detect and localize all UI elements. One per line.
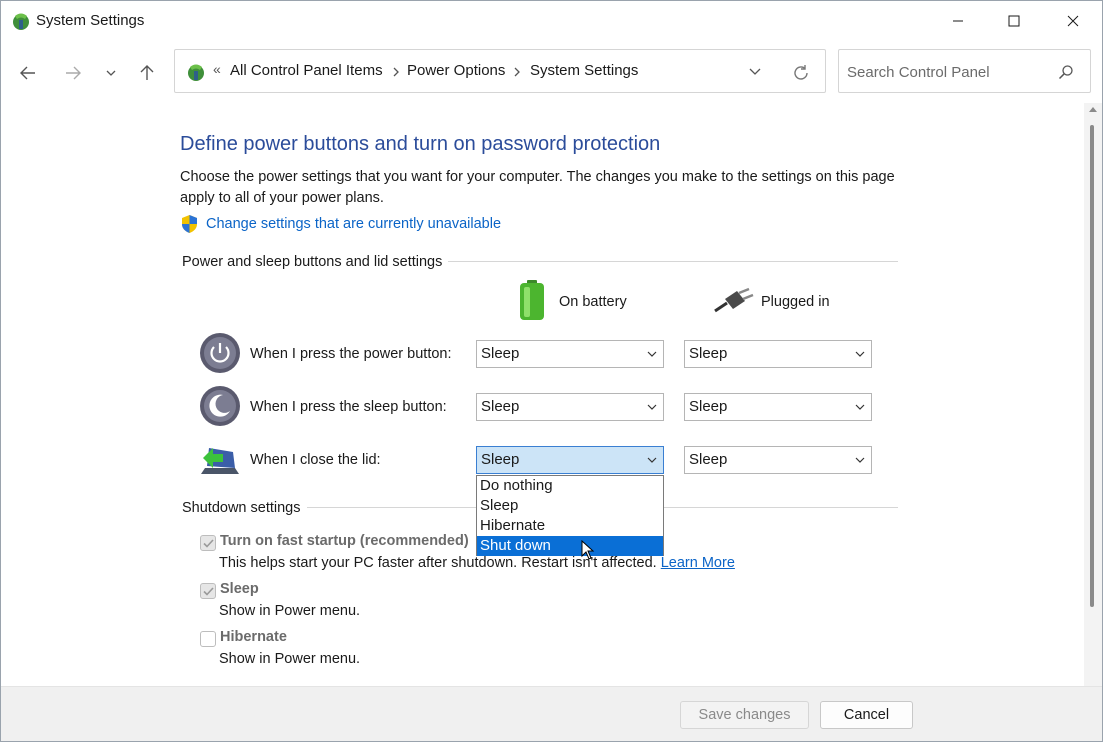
laptop-lid-icon — [201, 448, 239, 474]
close-lid-battery-select[interactable]: Sleep — [476, 446, 664, 474]
plugged-in-header: Plugged in — [761, 294, 830, 310]
checkmark-icon — [202, 586, 214, 596]
close-button[interactable] — [1044, 1, 1102, 41]
search-icon[interactable] — [1056, 62, 1076, 82]
maximize-button[interactable] — [985, 1, 1043, 41]
battery-icon — [520, 280, 544, 320]
control-panel-icon — [188, 64, 204, 81]
address-dropdown-button[interactable] — [745, 62, 765, 82]
sleep-option-label: Sleep — [220, 581, 259, 597]
main-content: Define power buttons and turn on passwor… — [1, 103, 1084, 686]
forward-button[interactable] — [59, 59, 87, 87]
chevron-down-icon — [749, 68, 761, 75]
power-button-label: When I press the power button: — [250, 346, 452, 362]
breadcrumb-power-options[interactable]: Power Options — [407, 62, 505, 79]
sleep-button-battery-select[interactable]: Sleep — [476, 393, 664, 421]
maximize-icon — [1008, 15, 1020, 27]
learn-more-link[interactable]: Learn More — [661, 555, 735, 571]
hibernate-checkbox[interactable] — [200, 631, 216, 647]
breadcrumb-all-control-panel-items[interactable]: All Control Panel Items — [230, 62, 383, 79]
window-title: System Settings — [36, 12, 145, 29]
dropdown-option-sleep[interactable]: Sleep — [477, 496, 663, 516]
on-battery-header: On battery — [559, 294, 627, 310]
sleep-button-plugged-select[interactable]: Sleep — [684, 393, 872, 421]
dropdown-option-shut-down[interactable]: Shut down — [477, 536, 663, 556]
close-lid-plugged-select[interactable]: Sleep — [684, 446, 872, 474]
search-box[interactable] — [838, 49, 1091, 93]
hibernate-option-description: Show in Power menu. — [219, 651, 361, 667]
dropdown-option-do-nothing[interactable]: Do nothing — [477, 476, 663, 496]
mouse-pointer-icon — [581, 540, 595, 560]
chevron-right-icon[interactable] — [513, 66, 521, 78]
sleep-button-label: When I press the sleep button: — [250, 399, 447, 415]
scroll-thumb[interactable] — [1090, 125, 1094, 607]
address-bar[interactable]: « All Control Panel Items Power Options … — [174, 49, 826, 93]
power-group-label: Power and sleep buttons and lid settings — [182, 254, 449, 270]
footer-bar: Save changes Cancel — [1, 686, 1102, 741]
close-icon — [1067, 15, 1079, 27]
breadcrumb-overflow[interactable]: « — [213, 61, 221, 77]
hibernate-option-label: Hibernate — [220, 629, 287, 645]
page-title: Define power buttons and turn on passwor… — [180, 133, 661, 155]
fast-startup-description: This helps start your PC faster after sh… — [219, 555, 735, 571]
up-button[interactable] — [133, 59, 161, 87]
chevron-down-icon — [647, 404, 657, 410]
refresh-button[interactable] — [790, 62, 812, 84]
vertical-scrollbar[interactable] — [1084, 103, 1102, 686]
refresh-icon — [794, 65, 808, 80]
change-settings-link[interactable]: Change settings that are currently unava… — [206, 216, 501, 232]
uac-shield-icon — [182, 215, 197, 233]
back-button[interactable] — [14, 59, 42, 87]
navigation-bar: « All Control Panel Items Power Options … — [1, 41, 1102, 103]
minimize-icon — [953, 20, 963, 22]
arrow-right-icon — [66, 66, 81, 80]
system-settings-window: System Settings « All Control Panel Item… — [0, 0, 1103, 742]
dropdown-option-hibernate[interactable]: Hibernate — [477, 516, 663, 536]
cancel-button[interactable]: Cancel — [820, 701, 913, 729]
power-button-battery-select[interactable]: Sleep — [476, 340, 664, 368]
recent-locations-button[interactable] — [100, 59, 122, 87]
sleep-checkbox[interactable] — [200, 583, 216, 599]
control-panel-icon — [13, 13, 29, 30]
breadcrumb-system-settings[interactable]: System Settings — [530, 62, 638, 79]
power-button-icon — [200, 333, 240, 373]
search-input[interactable] — [847, 61, 1047, 83]
chevron-right-icon[interactable] — [392, 66, 400, 78]
sleep-button-icon — [200, 386, 240, 426]
save-changes-button[interactable]: Save changes — [680, 701, 809, 729]
shutdown-group-label: Shutdown settings — [182, 500, 307, 516]
close-lid-label: When I close the lid: — [250, 452, 381, 468]
lid-action-dropdown-list[interactable]: Do nothing Sleep Hibernate Shut down — [476, 475, 664, 556]
checkmark-icon — [202, 538, 214, 548]
arrow-up-icon — [140, 65, 154, 80]
chevron-down-icon — [855, 351, 865, 357]
fast-startup-label: Turn on fast startup (recommended) — [220, 533, 469, 549]
fast-startup-checkbox[interactable] — [200, 535, 216, 551]
power-plug-icon — [714, 287, 754, 313]
chevron-down-icon — [647, 351, 657, 357]
chevron-down-icon — [855, 457, 865, 463]
chevron-down-icon — [647, 457, 657, 463]
scroll-up-arrow-icon[interactable] — [1089, 107, 1097, 112]
sleep-option-description: Show in Power menu. — [219, 603, 361, 619]
chevron-down-icon — [855, 404, 865, 410]
power-button-plugged-select[interactable]: Sleep — [684, 340, 872, 368]
chevron-down-icon — [106, 70, 116, 76]
arrow-left-icon — [20, 66, 35, 80]
minimize-button[interactable] — [929, 1, 987, 41]
title-bar: System Settings — [1, 1, 1102, 41]
page-description: Choose the power settings that you want … — [180, 169, 895, 206]
